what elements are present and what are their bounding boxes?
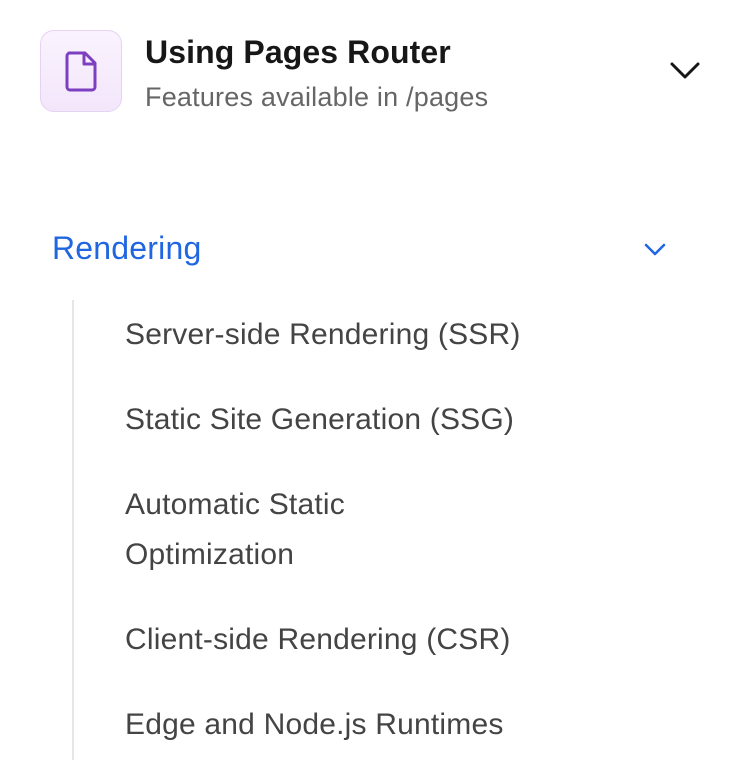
nav-item-csr[interactable]: Client-side Rendering (CSR) [125, 615, 645, 665]
file-icon [65, 51, 97, 92]
router-subtitle: Features available in /pages [145, 82, 489, 112]
router-switcher[interactable]: Using Pages Router Features available in… [40, 30, 710, 114]
nav-tree-line [72, 300, 74, 760]
router-title: Using Pages Router [145, 34, 451, 70]
section-header-rendering[interactable]: Rendering [52, 226, 672, 276]
nav-item-edge-node-runtimes[interactable]: Edge and Node.js Runtimes [125, 700, 645, 750]
section-title: Rendering [52, 230, 202, 266]
router-icon-box [40, 30, 122, 112]
nav-item-ssg[interactable]: Static Site Generation (SSG) [125, 395, 645, 445]
nav-item-automatic-static-optimization[interactable]: Automatic Static Optimization [125, 480, 425, 580]
chevron-down-icon[interactable] [668, 58, 702, 82]
nav-item-ssr[interactable]: Server-side Rendering (SSR) [125, 310, 645, 360]
chevron-down-icon[interactable] [642, 240, 668, 258]
